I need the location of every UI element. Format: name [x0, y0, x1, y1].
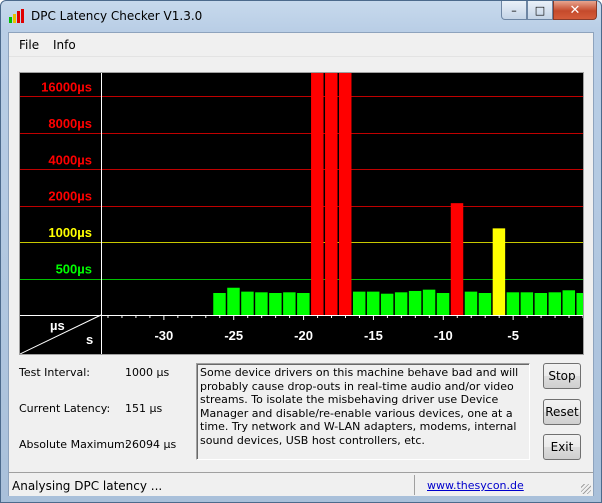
bar: [408, 290, 422, 315]
bar: [422, 289, 436, 315]
test-interval-label: Test Interval:: [19, 366, 90, 379]
status-text: Analysing DPC latency ...: [12, 479, 163, 493]
current-latency-value: 151 µs: [125, 402, 163, 415]
y-tick-label: 8000µs: [48, 116, 92, 131]
title-bar[interactable]: DPC Latency Checker V1.3.0 – □ ✕: [1, 1, 601, 31]
bar: [394, 292, 408, 315]
maximize-icon: □: [534, 3, 546, 17]
resize-grip[interactable]: [581, 484, 591, 494]
bar: [450, 203, 464, 315]
current-latency-label: Current Latency:: [19, 402, 111, 415]
bar: [297, 292, 310, 315]
reset-button[interactable]: Reset: [543, 399, 581, 425]
menu-info[interactable]: Info: [53, 38, 76, 52]
status-bar: Analysing DPC latency ... www.thesycon.d…: [9, 472, 593, 496]
bar: [380, 293, 394, 315]
latency-chart: 16000µs 8000µs 4000µs 2000µs 1000µs 500µs -30 -…: [19, 72, 584, 355]
caption-buttons: – □ ✕: [501, 1, 597, 21]
bar: [311, 73, 324, 315]
minimize-icon: –: [511, 3, 517, 17]
bar: [366, 291, 380, 315]
bar: [478, 292, 492, 315]
y-tick-label: 2000µs: [48, 189, 92, 204]
status-separator: [414, 475, 415, 495]
bar: [492, 228, 506, 315]
bar: [325, 73, 338, 315]
website-link[interactable]: www.thesycon.de: [427, 479, 524, 492]
y-tick-label: 16000µs: [41, 79, 92, 94]
bar: [255, 292, 268, 315]
bar: [269, 292, 282, 315]
y-tick-label: 500µs: [56, 262, 92, 277]
bar: [548, 292, 562, 315]
bar: [241, 291, 254, 315]
bar: [436, 292, 450, 315]
x-tick-label: -20: [294, 328, 313, 343]
window-title: DPC Latency Checker V1.3.0: [31, 9, 203, 23]
test-interval-value: 1000 µs: [125, 366, 170, 379]
bar: [506, 292, 520, 315]
app-window: DPC Latency Checker V1.3.0 – □ ✕ File In…: [0, 0, 602, 503]
absolute-maximum-label: Absolute Maximum:: [19, 438, 129, 451]
x-tick-label: -15: [364, 328, 383, 343]
bar: [283, 292, 296, 315]
bar: [352, 291, 366, 315]
client-area: File Info 16000µs 8000µs 4000µs 2000µs 1000µ…: [8, 32, 594, 496]
bar: [534, 292, 548, 315]
bar: [464, 291, 478, 315]
y-tick-label: 1000µs: [48, 225, 92, 240]
x-tick-label: -5: [507, 328, 519, 343]
menu-bar: File Info: [9, 33, 593, 57]
y-tick-label: 4000µs: [48, 152, 92, 167]
corner-unit-x: s: [86, 332, 93, 347]
menu-file[interactable]: File: [19, 38, 39, 52]
close-button[interactable]: ✕: [553, 1, 597, 20]
stop-button[interactable]: Stop: [543, 363, 581, 389]
maximize-button[interactable]: □: [527, 1, 553, 20]
diagnosis-message: Some device drivers on this machine beha…: [196, 363, 530, 460]
x-tick-label: -10: [434, 328, 453, 343]
bar: [562, 290, 576, 315]
corner-unit-y: µs: [50, 318, 65, 333]
absolute-maximum-value: 26094 µs: [125, 438, 177, 451]
exit-button[interactable]: Exit: [543, 434, 581, 460]
app-icon: [9, 9, 25, 23]
minimize-button[interactable]: –: [501, 1, 527, 20]
bar: [576, 292, 583, 315]
latency-chart-svg: 16000µs 8000µs 4000µs 2000µs 1000µs 500µs -30 -…: [20, 73, 583, 354]
bar: [520, 292, 534, 315]
x-tick-label: -25: [224, 328, 243, 343]
close-icon: ✕: [569, 2, 581, 18]
bar: [227, 287, 240, 315]
bar: [339, 73, 352, 315]
bar: [213, 292, 226, 315]
x-tick-label: -30: [154, 328, 173, 343]
